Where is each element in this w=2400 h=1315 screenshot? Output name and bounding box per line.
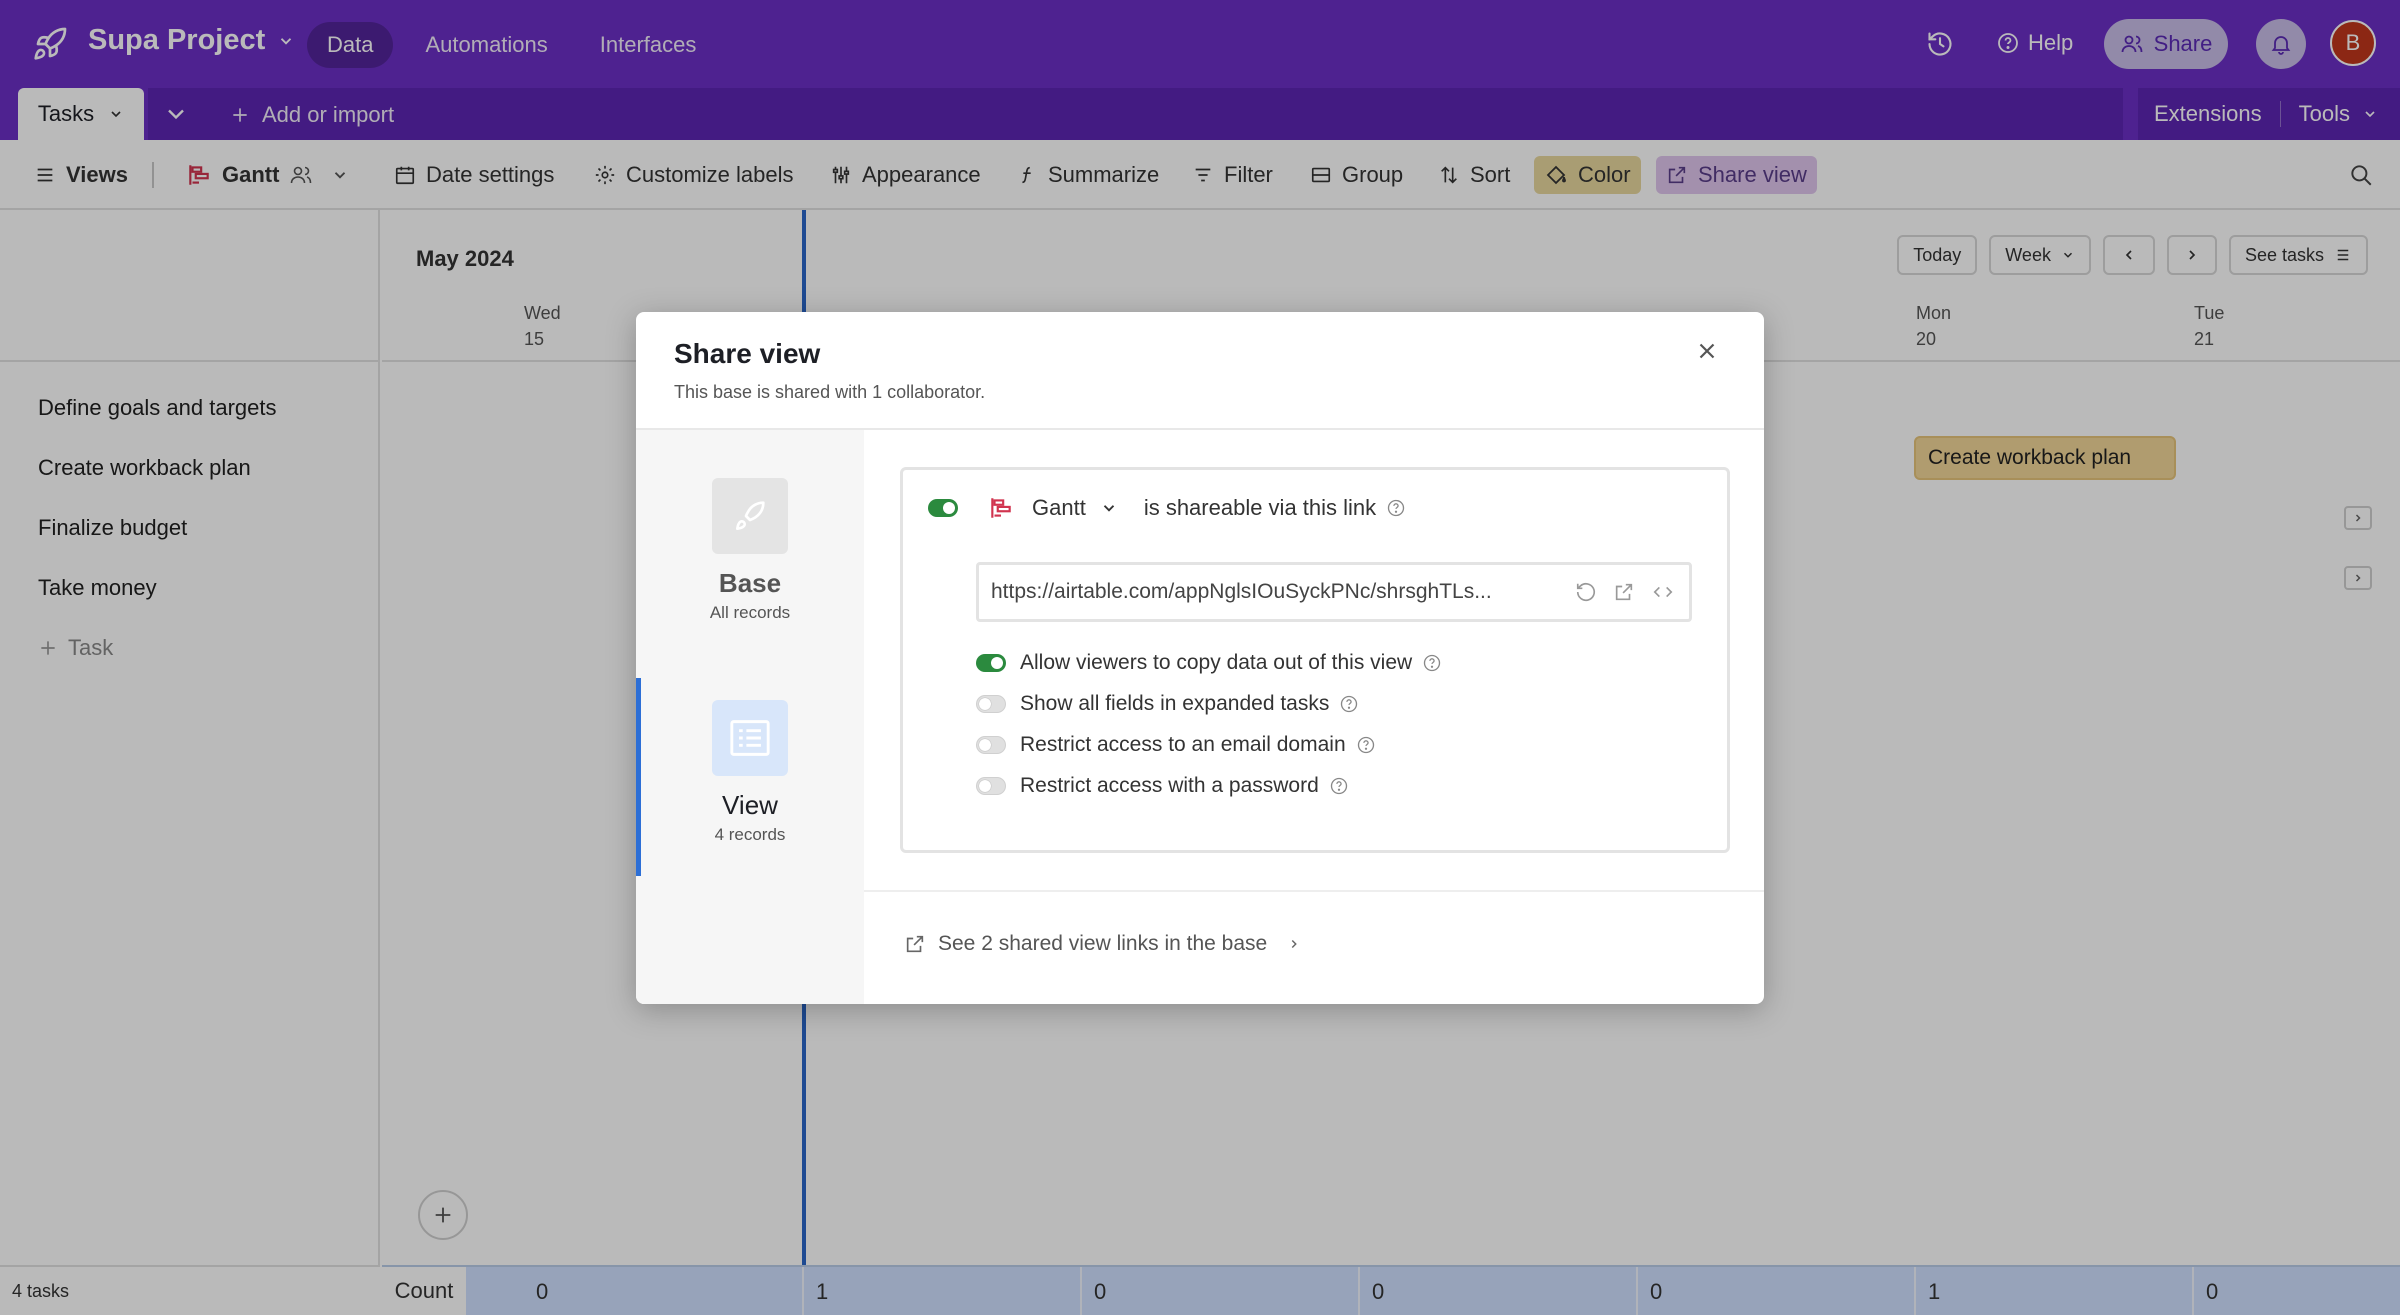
regenerate-icon[interactable] <box>1575 581 1597 603</box>
option-show-all-fields: Show all fields in expanded tasks <box>976 689 1359 719</box>
share-view-modal: Share view This base is shared with 1 co… <box>636 312 1764 1004</box>
option-label: Restrict access with a password <box>1020 774 1319 797</box>
question-circle-icon[interactable] <box>1422 653 1442 673</box>
share-scope-sidebar: Base All records View 4 records <box>636 430 864 1004</box>
modal-subtitle: This base is shared with 1 collaborator. <box>674 382 986 402</box>
embed-code-icon[interactable] <box>1651 581 1675 603</box>
share-link-panel: Gantt is shareable via this link https:/… <box>900 467 1730 853</box>
chevron-right-icon <box>1291 939 1297 949</box>
see-shared-links-label: See 2 shared view links in the base <box>938 932 1268 955</box>
toggle-knob <box>979 780 991 792</box>
password-toggle[interactable] <box>976 777 1006 795</box>
modal-title: Share view <box>674 338 821 369</box>
email-domain-toggle[interactable] <box>976 736 1006 754</box>
share-url[interactable]: https://airtable.com/appNglsIOuSyckPNc/s… <box>991 580 1531 604</box>
share-link-row: Gantt is shareable via this link <box>928 492 1406 524</box>
close-icon[interactable] <box>1694 338 1720 364</box>
gantt-icon <box>991 498 1011 518</box>
toggle-knob <box>979 698 991 710</box>
allow-copy-toggle[interactable] <box>976 654 1006 672</box>
option-label: Restrict access to an email domain <box>1020 733 1346 756</box>
base-label: Base <box>718 568 782 598</box>
option-label: Allow viewers to copy data out of this v… <box>1020 651 1413 674</box>
shareable-toggle[interactable] <box>928 499 958 517</box>
modal-header: Share view This base is shared with 1 co… <box>636 312 1764 430</box>
scope-option-base[interactable]: Base All records <box>636 466 864 662</box>
toggle-knob <box>991 657 1003 669</box>
open-link-icon[interactable] <box>1613 581 1635 603</box>
option-password: Restrict access with a password <box>976 771 1349 801</box>
toggle-knob <box>943 502 955 514</box>
rocket-icon <box>712 478 788 554</box>
question-circle-icon[interactable] <box>1329 776 1349 796</box>
chevron-down-icon[interactable] <box>1100 499 1118 517</box>
shareable-text: is shareable via this link <box>1143 495 1377 520</box>
see-shared-links-button[interactable]: See 2 shared view links in the base <box>904 932 1301 956</box>
share-url-field[interactable]: https://airtable.com/appNglsIOuSyckPNc/s… <box>976 562 1692 622</box>
shared-view-name[interactable]: Gantt <box>1032 495 1086 521</box>
option-email-domain: Restrict access to an email domain <box>976 730 1376 760</box>
question-circle-icon[interactable] <box>1386 498 1406 518</box>
view-label: View <box>722 790 778 820</box>
view-list-icon <box>712 700 788 776</box>
scope-option-view[interactable]: View 4 records <box>636 688 864 884</box>
question-circle-icon[interactable] <box>1356 735 1376 755</box>
toggle-knob <box>979 739 991 751</box>
option-label: Show all fields in expanded tasks <box>1020 692 1330 715</box>
base-sub: All records <box>709 603 791 622</box>
question-circle-icon[interactable] <box>1339 694 1359 714</box>
external-link-icon <box>906 935 924 953</box>
modal-footer: See 2 shared view links in the base <box>864 890 1764 1004</box>
view-sub: 4 records <box>714 825 786 844</box>
show-all-fields-toggle[interactable] <box>976 695 1006 713</box>
option-allow-copy: Allow viewers to copy data out of this v… <box>976 648 1442 678</box>
url-actions <box>1575 581 1675 603</box>
